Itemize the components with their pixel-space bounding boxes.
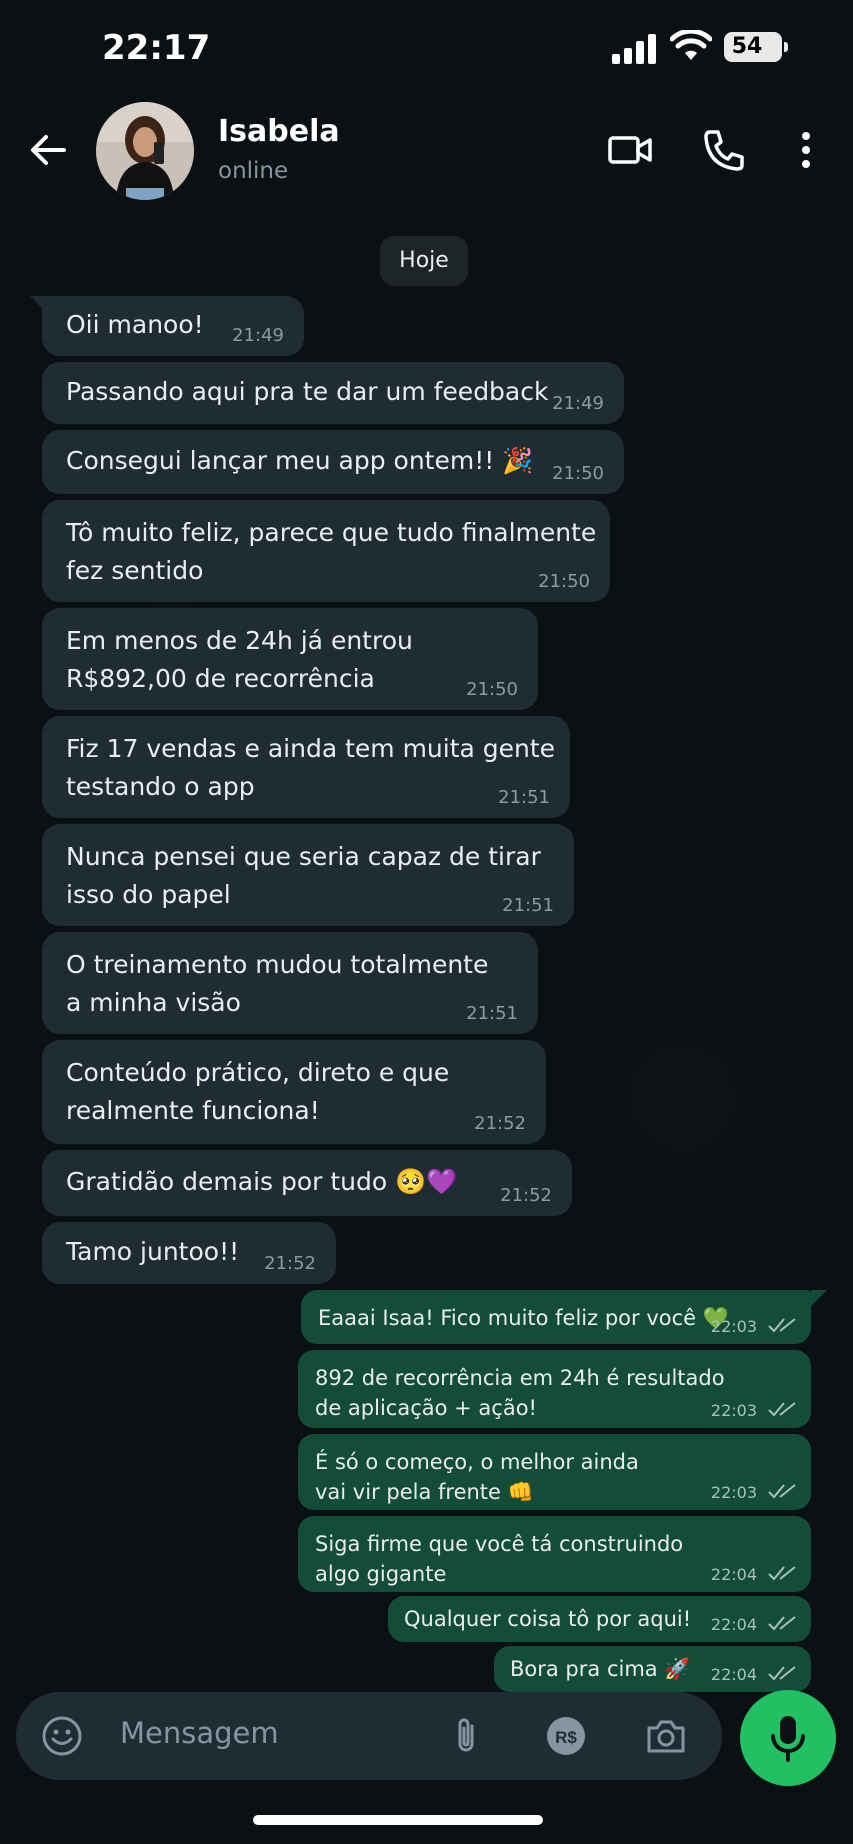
incoming-message[interactable]: Passando aqui pra te dar um feedback 21:… (42, 362, 624, 424)
message-time: 21:49 (552, 393, 604, 414)
microphone-icon (771, 1716, 805, 1762)
message-text: Qualquer coisa tô por aqui! (404, 1607, 692, 1631)
message-time: 21:52 (264, 1253, 316, 1274)
incoming-message[interactable]: Gratidão demais por tudo 🥺💜 21:52 (42, 1150, 572, 1216)
more-vertical-icon[interactable] (782, 126, 830, 174)
video-camera-icon[interactable] (606, 126, 654, 174)
message-time: 21:49 (232, 325, 284, 346)
message-text: Passando aqui pra te dar um feedback (66, 377, 549, 406)
message-composer[interactable]: Mensagem R$ (16, 1692, 722, 1780)
message-time: 21:51 (502, 895, 554, 916)
message-time: 21:51 (498, 787, 550, 808)
outgoing-message[interactable]: Eaaai Isaa! Fico muito feliz por você 💚 … (301, 1290, 811, 1344)
message-input[interactable]: Mensagem (120, 1716, 279, 1750)
svg-text:R$: R$ (555, 1728, 577, 1747)
message-time: 22:04 (710, 1665, 757, 1684)
message-text: Oii manoo! (66, 310, 204, 339)
read-ticks-icon (768, 1402, 796, 1417)
contact-name[interactable]: Isabela (218, 114, 340, 149)
status-time: 22:17 (102, 28, 211, 68)
read-ticks-icon (768, 1566, 796, 1581)
phone-icon[interactable] (700, 126, 748, 174)
microphone-button[interactable] (740, 1690, 836, 1786)
message-text: Consegui lançar meu app ontem!! 🎉 (66, 446, 534, 475)
message-text: Eaaai Isaa! Fico muito feliz por você 💚 (318, 1306, 729, 1330)
message-text: Gratidão demais por tudo 🥺💜 (66, 1167, 458, 1196)
emoji-icon[interactable] (40, 1714, 84, 1758)
arrow-left-icon[interactable] (24, 126, 72, 174)
message-text: Siga firme que você tá construindo algo … (315, 1532, 684, 1586)
outgoing-message[interactable]: Qualquer coisa tô por aqui! 22:04 (388, 1596, 811, 1642)
read-ticks-icon (768, 1484, 796, 1499)
outgoing-message[interactable]: Siga firme que você tá construindo algo … (298, 1516, 811, 1592)
contact-avatar[interactable] (96, 102, 194, 200)
message-time: 21:50 (552, 463, 604, 484)
camera-icon[interactable] (644, 1714, 688, 1758)
message-time: 21:51 (466, 1003, 518, 1024)
message-text: Bora pra cima 🚀 (510, 1657, 691, 1681)
message-time: 21:50 (538, 571, 590, 592)
contact-status: online (218, 158, 289, 184)
message-time: 21:52 (474, 1113, 526, 1134)
message-text: Conteúdo prático, direto e que realmente… (66, 1058, 450, 1125)
message-time: 22:03 (710, 1483, 757, 1502)
message-time: 22:04 (710, 1565, 757, 1584)
chat-header: Isabela online (0, 96, 853, 210)
incoming-message[interactable]: Oii manoo! 21:49 (42, 296, 304, 356)
message-text: Tô muito feliz, parece que tudo finalmen… (66, 518, 597, 585)
message-text: Nunca pensei que seria capaz de tirar is… (66, 842, 541, 909)
message-time: 21:50 (466, 679, 518, 700)
incoming-message[interactable]: O treinamento mudou totalmente a minha v… (42, 932, 538, 1034)
incoming-message[interactable]: Fiz 17 vendas e ainda tem muita gente te… (42, 716, 570, 818)
read-ticks-icon (768, 1616, 796, 1631)
message-time: 22:03 (710, 1317, 757, 1336)
real-currency-icon[interactable]: R$ (544, 1714, 588, 1758)
incoming-message[interactable]: Em menos de 24h já entrou R$892,00 de re… (42, 608, 538, 710)
battery-level: 54 (731, 34, 763, 59)
message-text: 892 de recorrência em 24h é resultado de… (315, 1366, 725, 1420)
message-text: Em menos de 24h já entrou R$892,00 de re… (66, 626, 413, 693)
message-text: É só o começo, o melhor ainda vai vir pe… (315, 1450, 639, 1504)
home-indicator (253, 1815, 543, 1825)
incoming-message[interactable]: Nunca pensei que seria capaz de tirar is… (42, 824, 574, 926)
message-text: O treinamento mudou totalmente a minha v… (66, 950, 489, 1017)
outgoing-message[interactable]: Bora pra cima 🚀 22:04 (494, 1646, 811, 1692)
incoming-message[interactable]: Tô muito feliz, parece que tudo finalmen… (42, 500, 610, 602)
incoming-message[interactable]: Consegui lançar meu app ontem!! 🎉 21:50 (42, 430, 624, 494)
date-divider: Hoje (380, 236, 468, 286)
message-time: 22:03 (710, 1401, 757, 1420)
wifi-icon (670, 30, 712, 60)
read-ticks-icon (768, 1666, 796, 1681)
message-time: 21:52 (500, 1185, 552, 1206)
incoming-message[interactable]: Conteúdo prático, direto e que realmente… (42, 1040, 546, 1144)
bubble-tail (811, 1290, 827, 1306)
signal-icon (612, 34, 656, 64)
battery-indicator: 54 (724, 32, 788, 62)
outgoing-message[interactable]: 892 de recorrência em 24h é resultado de… (298, 1350, 811, 1428)
incoming-message[interactable]: Tamo juntoo!! 21:52 (42, 1222, 336, 1284)
message-text: Fiz 17 vendas e ainda tem muita gente te… (66, 734, 556, 801)
message-time: 22:04 (710, 1615, 757, 1634)
message-text: Tamo juntoo!! (66, 1237, 240, 1266)
paperclip-icon[interactable] (444, 1714, 488, 1758)
read-ticks-icon (768, 1318, 796, 1333)
status-bar: 22:17 54 (0, 0, 853, 96)
outgoing-message[interactable]: É só o começo, o melhor ainda vai vir pe… (298, 1434, 811, 1510)
